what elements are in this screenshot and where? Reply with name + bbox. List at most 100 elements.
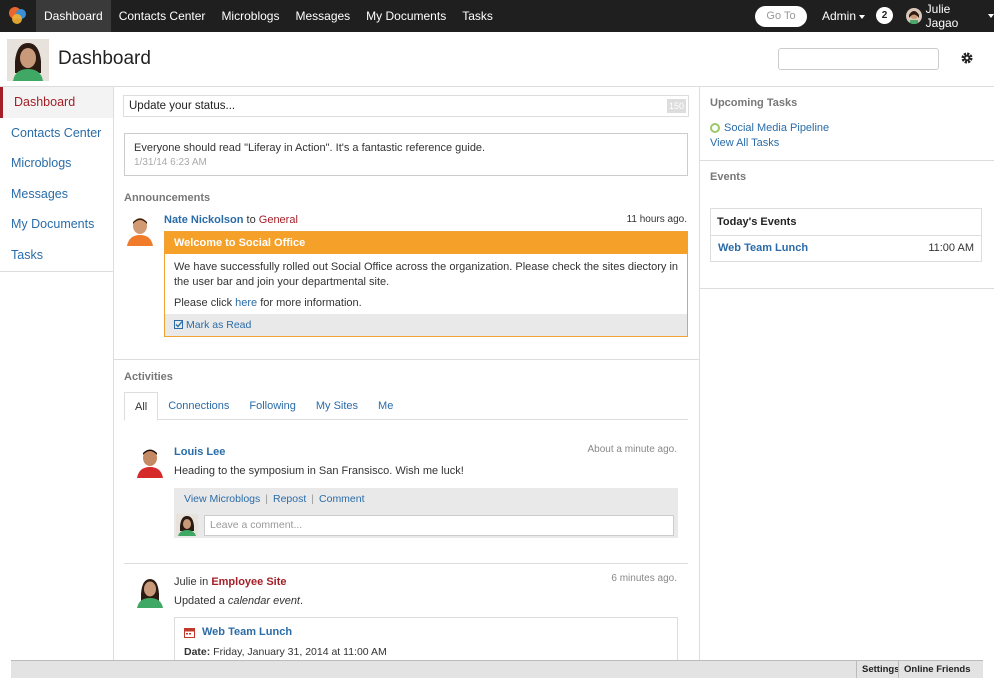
user-menu[interactable]: Julie Jagao [906, 0, 994, 32]
link-separator: | [265, 493, 268, 505]
announcement-to-text: to [243, 214, 259, 226]
julie-avatar[interactable] [134, 576, 166, 608]
announcement-here-link[interactable]: here [235, 297, 257, 309]
activity-time: About a minute ago. [587, 444, 677, 455]
nav-messages[interactable]: Messages [287, 0, 358, 32]
todays-events-card: Today's Events Web Team Lunch 11:00 AM [710, 208, 982, 262]
page-header: Dashboard [0, 32, 994, 87]
tab-connections[interactable]: Connections [158, 392, 239, 419]
latest-status: Everyone should read "Liferay in Action"… [124, 133, 688, 176]
character-counter: 150 [666, 99, 686, 113]
nav-dashboard[interactable]: Dashboard [36, 0, 111, 32]
activities-heading: Activities [124, 371, 173, 383]
right-sidebar: Upcoming Tasks Social Media Pipeline Vie… [700, 87, 994, 660]
notification-badge[interactable]: 2 [876, 7, 893, 24]
online-friends-button[interactable]: Online Friends (1) [898, 661, 983, 678]
gear-icon[interactable] [960, 51, 976, 67]
activity-user-link[interactable]: Louis Lee [174, 446, 225, 458]
nav-my-documents[interactable]: My Documents [358, 0, 454, 32]
repost-link[interactable]: Repost [273, 493, 306, 505]
admin-menu[interactable]: Admin [822, 0, 866, 32]
activity2-text-prefix: Updated a [174, 595, 228, 607]
event-title-row[interactable]: Web Team Lunch [184, 626, 668, 638]
events-heading: Events [710, 171, 747, 183]
liferay-logo-icon[interactable] [0, 0, 36, 32]
sidebar-item-my-documents[interactable]: My Documents [0, 209, 113, 240]
dock-bar: Settings Online Friends (1) [11, 660, 983, 678]
announcements-heading: Announcements [124, 192, 211, 204]
comment-row: Leave a comment... [176, 514, 674, 536]
sidebar-item-dashboard[interactable]: Dashboard [0, 87, 113, 118]
chevron-down-icon [859, 14, 866, 19]
user-name: Julie Jagao [925, 2, 959, 30]
tab-my-sites[interactable]: My Sites [306, 392, 368, 419]
user-avatar [906, 8, 922, 24]
event-date-label: Date: [184, 646, 211, 658]
announcement-text: We have successfully rolled out Social O… [174, 261, 679, 288]
nav-tasks[interactable]: Tasks [454, 0, 501, 32]
comment-link[interactable]: Comment [319, 493, 365, 505]
announcement-site-link[interactable]: General [259, 214, 298, 226]
view-all-tasks-link[interactable]: View All Tasks [710, 137, 779, 149]
main-content: Update your status... 150 Everyone shoul… [114, 87, 700, 660]
tab-me[interactable]: Me [368, 392, 403, 419]
commenter-avatar [176, 514, 198, 536]
status-input[interactable]: Update your status... 150 [123, 95, 689, 117]
mark-as-read-button[interactable]: Mark as Read [165, 314, 687, 336]
activity-divider [124, 563, 688, 564]
checkbox-icon [174, 320, 183, 329]
admin-label: Admin [822, 9, 857, 23]
announcement-title: Welcome to Social Office [165, 232, 687, 254]
sidebar-item-messages[interactable]: Messages [0, 179, 113, 210]
announcement-author-avatar[interactable] [124, 214, 156, 246]
activity2-in: in [196, 576, 212, 588]
view-microblogs-link[interactable]: View Microblogs [184, 493, 260, 505]
announcement-card: Welcome to Social Office We have success… [164, 231, 688, 337]
right-divider [700, 288, 994, 289]
activity-tabs: All Connections Following My Sites Me [124, 392, 688, 421]
top-navigation-bar: Dashboard Contacts Center Microblogs Mes… [0, 0, 994, 32]
activity2-user[interactable]: Julie [174, 576, 197, 588]
section-divider [114, 359, 699, 360]
sidebar-item-tasks[interactable]: Tasks [0, 240, 113, 271]
link-separator: | [311, 493, 315, 505]
calendar-event-card: Web Team Lunch Date: Friday, January 31,… [174, 617, 678, 660]
latest-status-timestamp: 1/31/14 6:23 AM [134, 157, 207, 168]
announcement-author-link[interactable]: Nate Nickolson [164, 214, 243, 226]
task-link[interactable]: Social Media Pipeline [724, 122, 829, 134]
announcement-more-suffix: for more information. [257, 297, 362, 309]
event-title-link[interactable]: Web Team Lunch [202, 626, 292, 638]
go-to-button[interactable]: Go To [755, 6, 807, 27]
event-date-value: Friday, January 31, 2014 at 11:00 AM [210, 646, 387, 658]
right-divider [700, 160, 994, 161]
announcement-time: 11 hours ago. [626, 214, 687, 225]
tab-all[interactable]: All [124, 392, 159, 421]
activity2-site-link[interactable]: Employee Site [211, 576, 286, 588]
sidebar-item-microblogs[interactable]: Microblogs [0, 148, 113, 179]
event-row[interactable]: Web Team Lunch 11:00 AM [711, 236, 981, 260]
louis-lee-avatar[interactable] [134, 446, 166, 478]
activity-actions: View Microblogs | Repost | Comment Leave a c… [174, 488, 678, 538]
activity2-text-suffix: . [300, 595, 304, 607]
activity2-text: Updated a calendar event. [174, 595, 303, 607]
event-name-link[interactable]: Web Team Lunch [718, 242, 808, 254]
activity2-meta: Julie in Employee Site [174, 576, 287, 588]
event-date: Date: Friday, January 31, 2014 at 11:00 … [184, 646, 668, 658]
latest-status-text: Everyone should read "Liferay in Action"… [134, 142, 486, 154]
nav-microblogs[interactable]: Microblogs [213, 0, 287, 32]
activity-links: View Microblogs | Repost | Comment [174, 488, 678, 510]
task-status-icon [710, 123, 720, 133]
profile-avatar[interactable] [7, 39, 49, 81]
activity2-text-em: calendar event [227, 595, 300, 607]
status-placeholder: Update your status... [129, 100, 236, 112]
nav-contacts-center[interactable]: Contacts Center [111, 0, 214, 32]
page-title: Dashboard [58, 48, 151, 69]
comment-input[interactable]: Leave a comment... [204, 514, 674, 536]
task-item[interactable]: Social Media Pipeline [710, 122, 829, 134]
upcoming-tasks-heading: Upcoming Tasks [710, 97, 798, 109]
tab-following[interactable]: Following [239, 392, 305, 419]
search-input[interactable] [778, 48, 939, 70]
event-time: 11:00 AM [928, 242, 974, 254]
sidebar-item-contacts-center[interactable]: Contacts Center [0, 118, 113, 149]
sidebar-divider [0, 270, 113, 272]
